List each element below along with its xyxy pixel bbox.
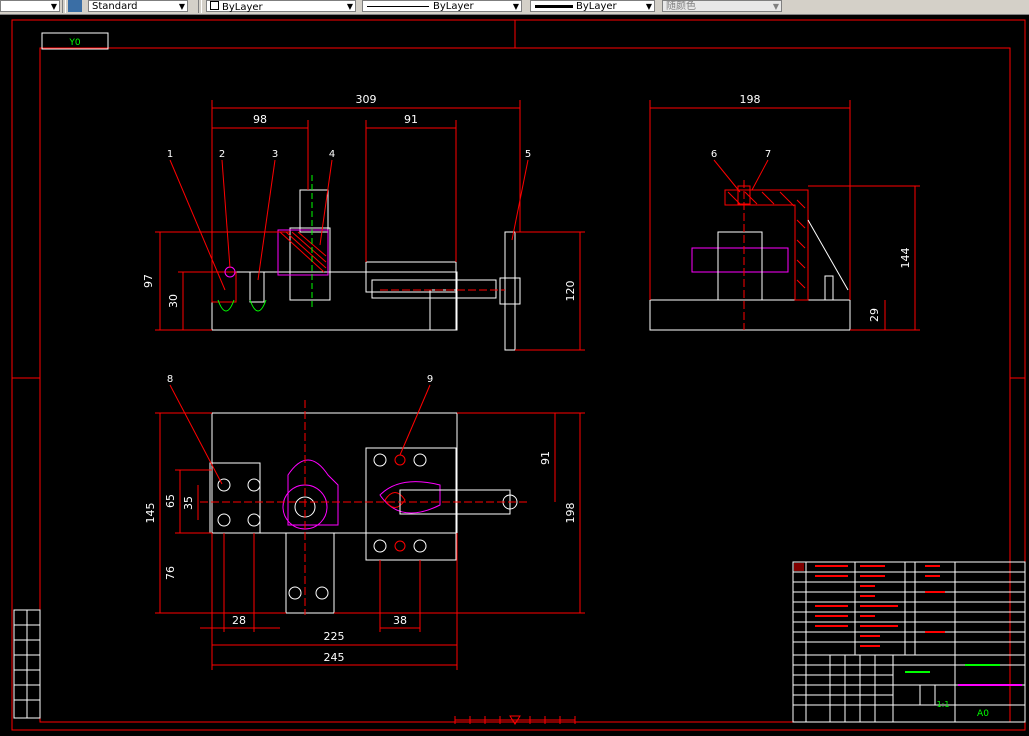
dim-text: 30 (167, 294, 180, 308)
chevron-down-icon: ▼ (178, 2, 185, 11)
layer-value: ByLayer (222, 2, 263, 13)
title-block: 1:1 A0 (792, 561, 1026, 723)
text-style-icon[interactable] (68, 0, 82, 12)
balloon-2: 2 (219, 149, 225, 160)
viewport-tag: Y0 (68, 38, 80, 48)
drawing-canvas[interactable]: Y0 309 98 91 97 30 120 198 144 29 91 145… (0, 14, 1029, 736)
outer-frame (11, 19, 1026, 731)
balloon-6: 6 (711, 149, 717, 160)
dim-text: 144 (899, 248, 912, 269)
workspace-dropdown[interactable]: ▼ (0, 0, 60, 12)
side-view (649, 180, 851, 331)
layer-dropdown[interactable]: ByLayer ▼ (206, 0, 356, 13)
balloon-3: 3 (272, 149, 278, 160)
dim-text: 91 (539, 451, 552, 465)
dim-text: 225 (324, 630, 345, 643)
dim-text: 29 (868, 308, 881, 322)
dim-text: 91 (404, 113, 418, 126)
balloon-4: 4 (329, 149, 335, 160)
center-ruler (454, 716, 576, 724)
dimension-lines (155, 100, 920, 670)
dimension-texts: 309 98 91 97 30 120 198 144 29 91 145 65… (142, 93, 912, 664)
lineweight-value: ByLayer (576, 1, 617, 12)
dim-text: 38 (393, 614, 407, 627)
text-style-value: Standard (92, 1, 138, 12)
chevron-down-icon: ▼ (772, 2, 779, 11)
balloon-9: 9 (427, 374, 433, 385)
title-block-sheet: A0 (977, 709, 989, 719)
side-revision-strip (13, 609, 41, 719)
linetype-dropdown[interactable]: ByLayer ▼ (362, 0, 522, 12)
dim-text: 76 (164, 566, 177, 580)
dim-text: 98 (253, 113, 267, 126)
dim-text: 309 (356, 93, 377, 106)
dim-text: 28 (232, 614, 246, 627)
balloon-7: 7 (765, 149, 771, 160)
toolbar-separator (198, 0, 202, 13)
linetype-value: ByLayer (433, 1, 474, 12)
text-style-dropdown[interactable]: Standard ▼ (88, 0, 188, 12)
chevron-down-icon: ▼ (645, 2, 652, 11)
chevron-down-icon: ▼ (50, 2, 57, 11)
properties-toolbar: ▼ Standard ▼ ByLayer ▼ ByLayer ▼ ByLayer ▼ 随… (0, 0, 1029, 15)
dim-text: 35 (182, 496, 195, 510)
chevron-down-icon: ▼ (512, 2, 519, 11)
plot-style-value: 随颜色 (666, 1, 696, 12)
chevron-down-icon: ▼ (346, 2, 353, 11)
dim-text: 65 (164, 494, 177, 508)
dim-text: 120 (564, 281, 577, 302)
color-swatch-icon (210, 1, 219, 10)
dim-text: 198 (564, 503, 577, 524)
dim-text: 198 (740, 93, 761, 106)
balloon-leaders (169, 159, 769, 485)
dim-text: 97 (142, 274, 155, 288)
lineweight-dropdown[interactable]: ByLayer ▼ (530, 0, 655, 12)
top-view (200, 400, 530, 615)
balloon-1: 1 (167, 149, 173, 160)
balloon-8: 8 (167, 374, 173, 385)
dim-text: 245 (324, 651, 345, 664)
plot-style-dropdown[interactable]: 随颜色 ▼ (662, 0, 782, 12)
part-balloons: 1 2 3 4 5 6 7 8 9 (167, 149, 771, 385)
linetype-preview (367, 6, 429, 7)
toolbar-separator (62, 0, 66, 13)
balloon-5: 5 (525, 149, 531, 160)
lineweight-preview (535, 5, 573, 8)
title-block-scale: 1:1 (937, 700, 950, 709)
dim-text: 145 (144, 503, 157, 524)
